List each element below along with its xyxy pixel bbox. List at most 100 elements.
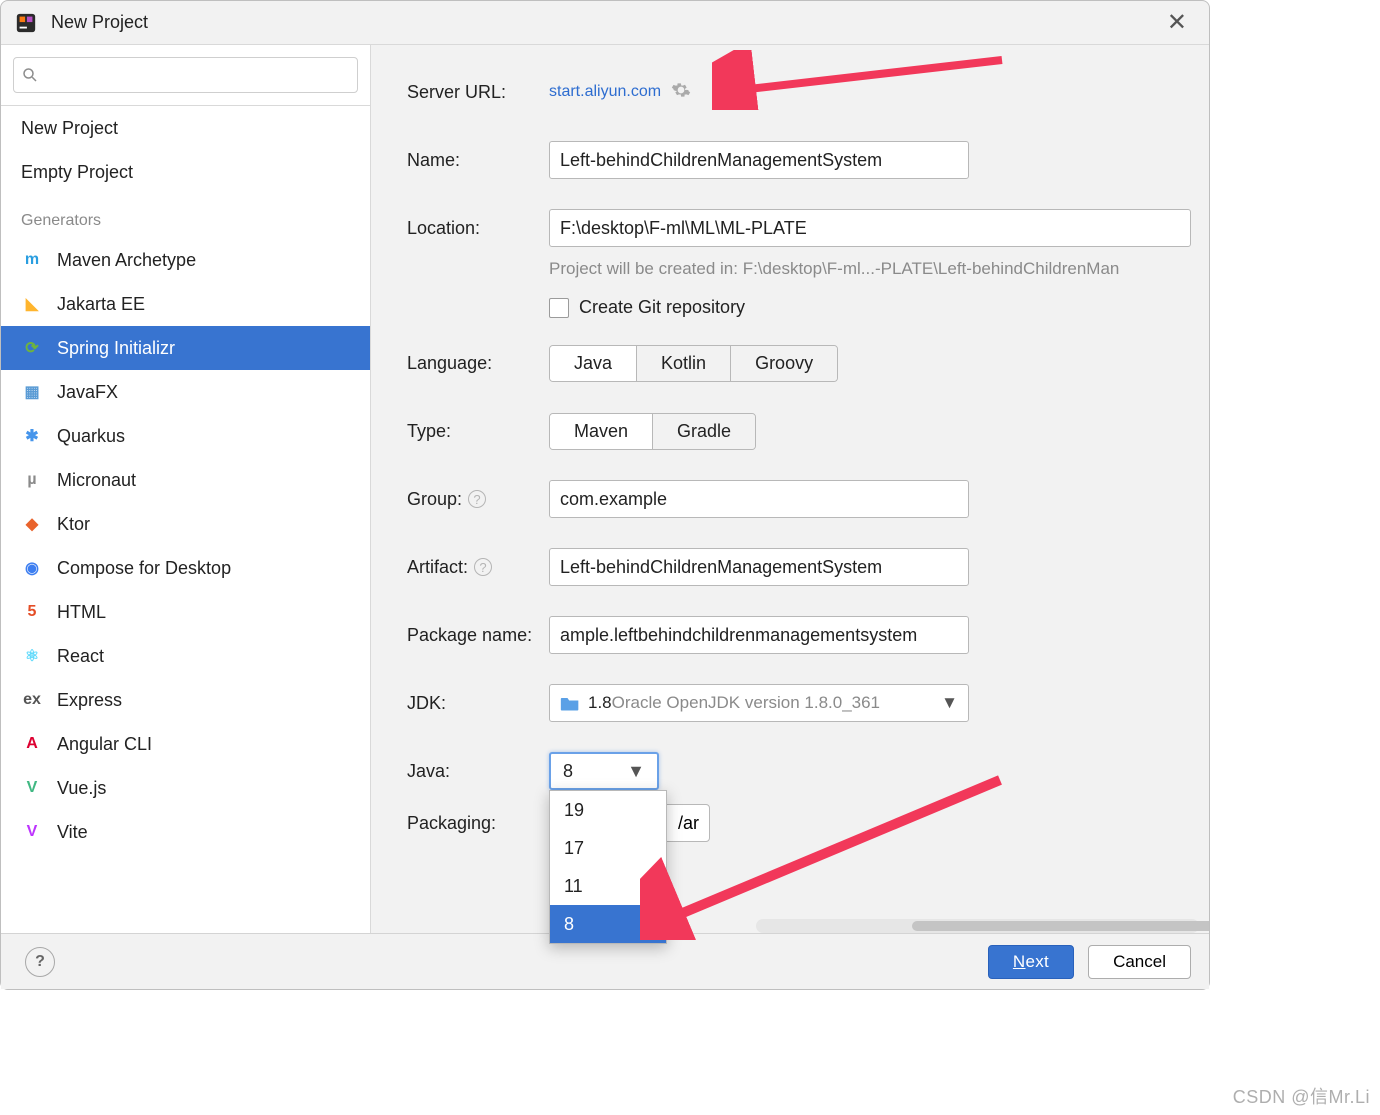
sidebar-item-maven-archetype[interactable]: m Maven Archetype [1,238,370,282]
generator-icon: A [21,733,43,755]
sidebar-item-label: Vue.js [57,778,106,799]
name-label: Name: [407,150,549,171]
type-opt-maven[interactable]: Maven [550,414,652,449]
java-dropdown[interactable]: 8 ▼ [549,752,659,790]
sidebar-item-label: Maven Archetype [57,250,196,271]
generator-icon: ◉ [21,557,43,579]
sidebar-item-html[interactable]: 5HTML [1,590,370,634]
generator-icon: m [21,249,43,271]
gear-icon[interactable] [671,80,691,105]
language-opt-kotlin[interactable]: Kotlin [636,346,730,381]
dialog-body: New Project Empty Project Generators m Ma… [1,45,1209,933]
horizontal-scrollbar[interactable] [756,919,1199,933]
help-button[interactable]: ? [25,947,55,977]
jdk-label: JDK: [407,693,549,714]
sidebar-item-label: Empty Project [21,162,133,183]
generator-icon: ⚛ [21,645,43,667]
language-label: Language: [407,353,549,374]
sidebar-item-express[interactable]: ex Express [1,678,370,722]
java-option-11[interactable]: 11 [550,867,666,905]
sidebar-item-label: React [57,646,104,667]
artifact-input[interactable] [549,548,969,586]
new-project-dialog: New Project ✕ New Project Empty Project … [0,0,1210,990]
type-opt-gradle[interactable]: Gradle [652,414,755,449]
sidebar-item-spring-initializr[interactable]: ⟳ Spring Initializr [1,326,370,370]
generator-icon: ⟳ [21,337,43,359]
sidebar-item-label: Jakarta EE [57,294,145,315]
folder-icon [560,694,580,712]
help-icon[interactable]: ? [474,558,492,576]
name-input[interactable] [549,141,969,179]
create-git-label: Create Git repository [579,297,745,318]
language-opt-groovy[interactable]: Groovy [730,346,837,381]
package-input[interactable] [549,616,969,654]
java-selected: 8 [563,761,573,782]
form-panel: Server URL: start.aliyun.com Name: Locat… [371,45,1209,933]
sidebar-item-quarkus[interactable]: ✱Quarkus [1,414,370,458]
group-label: Group: ? [407,489,549,510]
search-box [1,45,370,106]
generator-icon: ▦ [21,381,43,403]
cancel-button[interactable]: Cancel [1088,945,1191,979]
sidebar-item-react[interactable]: ⚛ React [1,634,370,678]
generator-icon: V [21,821,43,843]
scrollbar-thumb[interactable] [912,921,1209,931]
server-url-link[interactable]: start.aliyun.com [549,83,661,101]
generator-icon: ◣ [21,293,43,315]
group-input[interactable] [549,480,969,518]
packaging-label: Packaging: [407,813,549,834]
java-option-19[interactable]: 19 [550,791,666,829]
language-opt-java[interactable]: Java [550,346,636,381]
sidebar-item-vue-js[interactable]: V Vue.js [1,766,370,810]
sidebar-item-label: Angular CLI [57,734,152,755]
location-label: Location: [407,218,549,239]
generator-icon: µ [21,469,43,491]
chevron-down-icon: ▼ [941,693,958,713]
search-input[interactable] [13,57,358,93]
intellij-icon [15,12,37,34]
sidebar-item-label: Ktor [57,514,90,535]
sidebar: New Project Empty Project Generators m Ma… [1,45,371,933]
artifact-label: Artifact: ? [407,557,549,578]
sidebar-item-empty-project[interactable]: Empty Project [1,150,370,194]
sidebar-item-compose-for-desktop[interactable]: ◉Compose for Desktop [1,546,370,590]
language-segment: Java Kotlin Groovy [549,345,838,382]
jdk-dropdown[interactable]: 1.8 Oracle OpenJDK version 1.8.0_361 ▼ [549,684,969,722]
close-button[interactable]: ✕ [1159,7,1195,39]
sidebar-item-javafx[interactable]: ▦JavaFX [1,370,370,414]
dialog-title: New Project [51,12,1159,33]
type-label: Type: [407,421,549,442]
sidebar-item-jakarta-ee[interactable]: ◣ Jakarta EE [1,282,370,326]
packaging-visible-text: /ar [678,813,699,834]
location-hint: Project will be created in: F:\desktop\F… [549,259,1191,279]
watermark: CSDN @信Mr.Li [1233,1083,1370,1109]
sidebar-item-micronaut[interactable]: µMicronaut [1,458,370,502]
server-url-label: Server URL: [407,82,549,103]
generators-heading: Generators [1,194,370,238]
generator-icon: ✱ [21,425,43,447]
package-label: Package name: [407,625,549,646]
sidebar-item-label: Express [57,690,122,711]
sidebar-item-label: Spring Initializr [57,338,175,359]
jdk-prefix: 1.8 [588,693,612,713]
java-option-8[interactable]: 8 [550,905,666,933]
next-button[interactable]: Next [988,945,1074,979]
sidebar-item-angular-cli[interactable]: A Angular CLI [1,722,370,766]
generator-icon: ◆ [21,513,43,535]
create-git-checkbox[interactable] [549,298,569,318]
sidebar-item-ktor[interactable]: ◆ Ktor [1,502,370,546]
jdk-value: Oracle OpenJDK version 1.8.0_361 [612,693,880,713]
java-dropdown-list: 1917118 [549,790,667,933]
sidebar-item-vite[interactable]: V Vite [1,810,370,854]
java-option-17[interactable]: 17 [550,829,666,867]
titlebar: New Project ✕ [1,1,1209,45]
generator-icon: ex [21,689,43,711]
chevron-down-icon: ▼ [627,761,645,782]
help-icon[interactable]: ? [468,490,486,508]
sidebar-item-label: New Project [21,118,118,139]
sidebar-item-label: HTML [57,602,106,623]
location-input[interactable] [549,209,1191,247]
sidebar-item-new-project[interactable]: New Project [1,106,370,150]
generator-icon: V [21,777,43,799]
sidebar-item-label: Vite [57,822,88,843]
